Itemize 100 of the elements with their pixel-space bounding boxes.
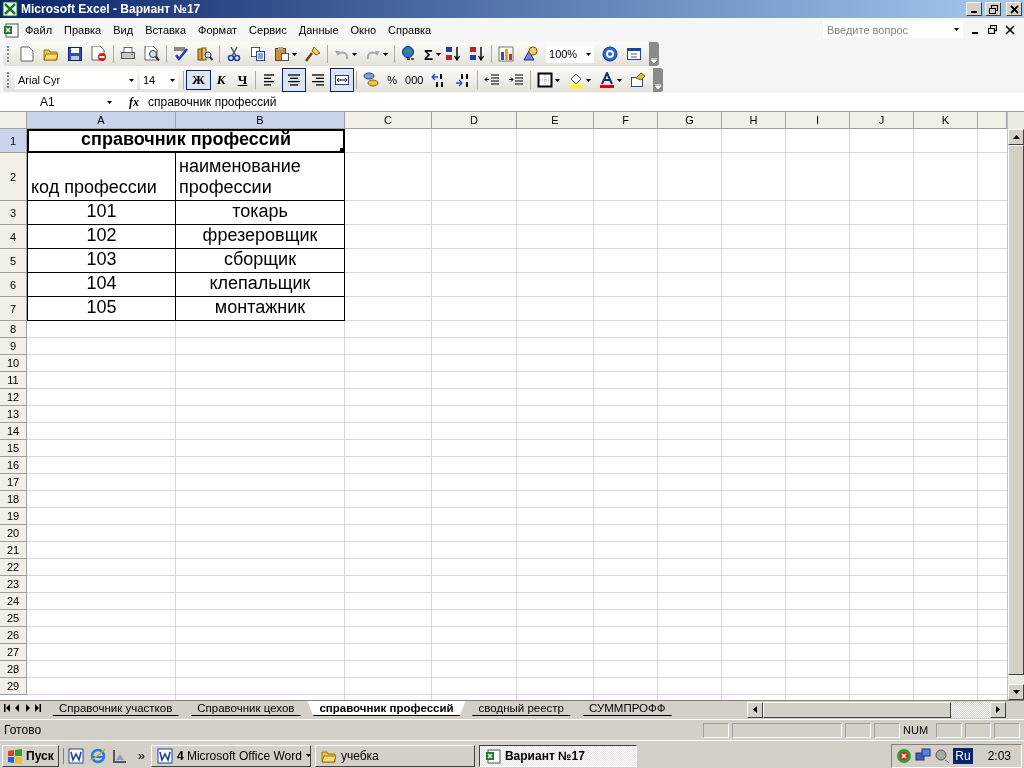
previous-sheet-icon[interactable] (14, 704, 21, 712)
close-button[interactable] (1006, 2, 1022, 16)
font-field[interactable]: Arial Cyr (15, 71, 137, 89)
caret-icon[interactable] (170, 78, 175, 82)
row-header[interactable]: 24 (0, 593, 27, 610)
format-painter-icon[interactable] (305, 46, 321, 62)
scroll-thumb[interactable] (763, 701, 951, 718)
table-cell[interactable]: монтажник (176, 297, 345, 321)
row-header[interactable]: 25 (0, 610, 27, 627)
column-header[interactable]: E (517, 112, 594, 129)
caret-icon[interactable] (292, 52, 297, 56)
table-cell[interactable]: 101 (27, 201, 176, 225)
column-header[interactable]: A (27, 112, 176, 129)
research-books-icon[interactable] (197, 46, 213, 62)
permission-icon[interactable] (91, 46, 107, 62)
more-button[interactable]: » (135, 748, 147, 763)
folder-icon[interactable] (43, 46, 59, 62)
menu-item[interactable]: Правка (58, 21, 108, 38)
caret-icon[interactable] (586, 78, 592, 82)
hyperlink-globe-icon[interactable] (401, 46, 417, 62)
table-cell[interactable]: 103 (27, 249, 176, 273)
menu-item[interactable]: Файл (19, 21, 59, 38)
italic-button[interactable]: К (210, 70, 232, 90)
taskbar-button[interactable]: учебка (314, 744, 475, 767)
row-header[interactable]: 7 (0, 297, 27, 321)
menu-item[interactable]: Справка (382, 21, 438, 38)
styles-icon[interactable] (630, 72, 647, 88)
menu-item[interactable]: Вид (107, 21, 140, 38)
column-header[interactable]: B (176, 112, 345, 129)
taskbar-button[interactable]: 4 Microsoft Office Word (150, 744, 311, 767)
print-preview-icon[interactable] (144, 46, 160, 62)
print-icon[interactable] (120, 46, 136, 62)
table-cell[interactable]: 102 (27, 225, 176, 249)
menu-item[interactable]: Окно (344, 21, 383, 38)
table-cell[interactable]: сборщик (176, 249, 345, 273)
antivirus-icon[interactable] (896, 747, 913, 764)
word-icon[interactable] (67, 747, 84, 764)
toolbar-options-icon[interactable] (651, 58, 657, 63)
bold-button[interactable]: Ж (186, 70, 211, 90)
scroll-down-button[interactable] (1008, 684, 1024, 700)
autosum-button[interactable]: Σ (421, 45, 436, 63)
font-size-field[interactable]: 14 (140, 71, 178, 89)
drawing-shapes-icon[interactable] (522, 46, 538, 62)
new-document-icon[interactable] (19, 46, 35, 62)
toolbar-options-icon[interactable] (655, 84, 662, 89)
row-header[interactable]: 26 (0, 627, 27, 644)
font-color-icon[interactable] (599, 72, 616, 88)
row-header[interactable]: 1 (0, 129, 27, 153)
menu-item[interactable]: Данные (292, 21, 345, 38)
row-header[interactable]: 27 (0, 644, 27, 661)
thousands-button[interactable]: 000 (401, 74, 428, 86)
row-header[interactable]: 5 (0, 249, 27, 273)
underline-button[interactable]: Ч (231, 70, 254, 90)
row-header[interactable]: 2 (0, 153, 27, 201)
save-icon[interactable] (67, 46, 83, 62)
scroll-thumb[interactable] (1008, 145, 1024, 675)
menu-item[interactable]: Вставка (139, 21, 192, 38)
formula-field[interactable]: справочник профессий (148, 95, 1024, 109)
column-header[interactable]: I (786, 112, 850, 129)
row-header[interactable]: 18 (0, 491, 27, 508)
row-header[interactable]: 28 (0, 661, 27, 678)
chart-icon[interactable] (498, 46, 514, 62)
column-header[interactable]: D (432, 112, 517, 129)
window-icon[interactable] (626, 46, 642, 62)
caret-icon[interactable] (129, 78, 134, 82)
caret-icon[interactable] (555, 78, 561, 82)
table-cell[interactable]: токарь (176, 201, 345, 225)
copy-icon[interactable] (250, 46, 266, 62)
sheet-tab[interactable]: справочник профессий (307, 701, 466, 716)
minimize-button[interactable] (966, 2, 982, 16)
sort-descending-icon[interactable] (469, 46, 485, 62)
fill-color-icon[interactable] (568, 72, 585, 88)
row-header[interactable]: 4 (0, 225, 27, 249)
first-sheet-icon[interactable] (4, 704, 11, 712)
language-indicator[interactable]: Ru (953, 747, 973, 764)
row-header[interactable]: 6 (0, 273, 27, 297)
paste-icon[interactable] (274, 46, 290, 62)
name-box[interactable]: A1 (0, 93, 120, 111)
close-icon[interactable] (1005, 24, 1015, 35)
row-header[interactable]: 19 (0, 508, 27, 525)
percent-button[interactable]: % (383, 74, 401, 86)
row-header[interactable]: 3 (0, 201, 27, 225)
table-cell[interactable]: 105 (27, 297, 176, 321)
selected-cell[interactable]: справочник профессий (27, 129, 345, 153)
workbook-icon[interactable] (3, 21, 19, 38)
row-header[interactable]: 23 (0, 576, 27, 593)
column-header[interactable]: F (594, 112, 658, 129)
browser-icon[interactable] (89, 747, 106, 764)
borders-icon[interactable] (537, 72, 554, 88)
row-header[interactable]: 21 (0, 542, 27, 559)
table-cell[interactable]: фрезеровщик (176, 225, 345, 249)
row-header[interactable]: 12 (0, 389, 27, 406)
column-header[interactable]: K (914, 112, 978, 129)
insert-function-button[interactable]: fx (120, 94, 148, 110)
row-header[interactable]: 17 (0, 474, 27, 491)
restore-icon[interactable] (988, 25, 997, 34)
caret-icon[interactable] (586, 52, 591, 56)
table-cell[interactable]: клепальщик (176, 273, 345, 297)
scroll-up-button[interactable] (1008, 129, 1024, 145)
network-icon[interactable] (915, 747, 932, 764)
